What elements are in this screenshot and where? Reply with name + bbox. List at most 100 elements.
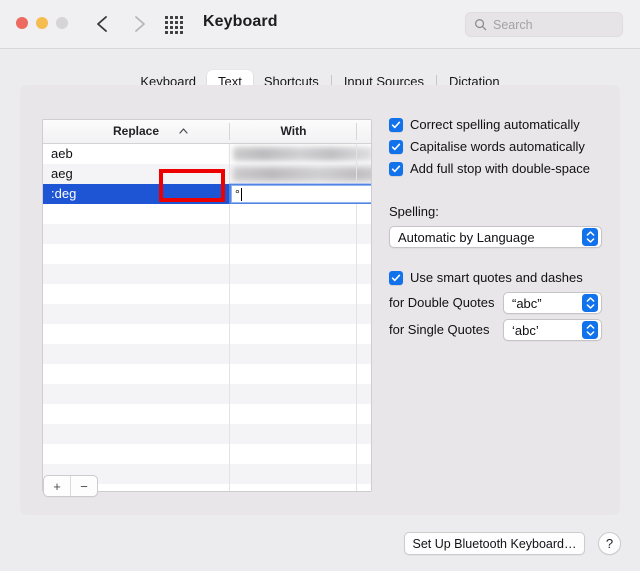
chevron-up-icon (586, 231, 595, 236)
column-divider (356, 484, 357, 492)
single-quotes-popup-button[interactable]: ‘abc’ (503, 319, 602, 341)
setup-bluetooth-keyboard-button[interactable]: Set Up Bluetooth Keyboard… (404, 532, 585, 555)
column-divider (229, 304, 230, 324)
option-capitalise-words[interactable]: Capitalise words automatically (389, 139, 609, 154)
column-divider (356, 144, 357, 164)
checkbox-smart-quotes[interactable] (389, 271, 403, 285)
text-caret (241, 188, 243, 201)
popup-chevron-updown-icon[interactable] (582, 228, 598, 246)
table-row-empty[interactable] (43, 424, 371, 444)
column-divider (356, 344, 357, 364)
table-row-empty[interactable] (43, 264, 371, 284)
popup-chevron-updown-icon[interactable] (582, 294, 598, 312)
double-quotes-popup-button[interactable]: “abc” (503, 292, 602, 314)
help-button[interactable]: ? (598, 532, 621, 555)
option-label: Use smart quotes and dashes (410, 270, 583, 285)
text-replacement-table[interactable]: Replace With aeb aeg :deg (42, 119, 372, 492)
column-divider (229, 224, 230, 244)
table-row-empty[interactable] (43, 304, 371, 324)
checkbox-correct-spelling[interactable] (389, 118, 403, 132)
column-header-replace[interactable]: Replace (43, 120, 229, 143)
popup-chevron-updown-icon[interactable] (582, 321, 598, 339)
column-divider (229, 324, 230, 344)
option-full-stop-double-space[interactable]: Add full stop with double-space (389, 161, 609, 176)
grid-dot (175, 26, 178, 29)
grid-dot (175, 21, 178, 24)
checkmark-icon (391, 142, 401, 152)
column-divider (356, 204, 357, 224)
single-quotes-value: ‘abc’ (504, 323, 539, 338)
table-row-empty[interactable] (43, 204, 371, 224)
column-divider (229, 424, 230, 444)
traffic-lights (16, 17, 68, 29)
grid-dot (175, 16, 178, 19)
table-row-empty[interactable] (43, 384, 371, 404)
search-input[interactable]: Search (493, 18, 533, 32)
table-row[interactable]: aeg (43, 164, 371, 184)
table-row-empty[interactable] (43, 444, 371, 464)
cell-replace: :deg (51, 184, 76, 204)
column-divider (229, 164, 230, 184)
column-divider (229, 264, 230, 284)
table-row-empty[interactable] (43, 404, 371, 424)
column-divider (356, 464, 357, 484)
option-label: Add full stop with double-space (410, 161, 590, 176)
table-row-empty[interactable] (43, 324, 371, 344)
cell-replace: aeb (51, 144, 73, 164)
option-smart-quotes[interactable]: Use smart quotes and dashes (389, 270, 583, 285)
spelling-value: Automatic by Language (390, 230, 535, 245)
remove-entry-button[interactable]: − (70, 476, 97, 496)
checkbox-full-stop-double-space[interactable] (389, 162, 403, 176)
column-divider (229, 284, 230, 304)
single-quotes-label: for Single Quotes (389, 322, 489, 337)
table-row-empty[interactable] (43, 344, 371, 364)
table-add-remove-control[interactable]: + − (43, 475, 98, 497)
column-divider (229, 404, 230, 424)
table-header: Replace With (43, 120, 371, 144)
column-divider (356, 244, 357, 264)
grid-dot (165, 31, 168, 34)
sort-ascending-chevron-up-icon (179, 128, 188, 134)
checkmark-icon (391, 164, 401, 174)
column-divider (229, 244, 230, 264)
option-correct-spelling[interactable]: Correct spelling automatically (389, 117, 609, 132)
search-field[interactable]: Search (465, 12, 623, 37)
double-quotes-value: “abc” (504, 296, 542, 311)
show-all-grid-icon[interactable] (165, 16, 187, 34)
header-divider[interactable] (356, 123, 357, 140)
option-label: Correct spelling automatically (410, 117, 580, 132)
spelling-popup-button[interactable]: Automatic by Language (389, 226, 602, 248)
table-row-empty[interactable] (43, 244, 371, 264)
column-divider (356, 264, 357, 284)
column-divider (229, 144, 230, 164)
column-divider (356, 364, 357, 384)
back-chevron-left-icon[interactable] (92, 12, 114, 36)
grid-dot (170, 16, 173, 19)
table-row-empty[interactable] (43, 364, 371, 384)
column-divider (356, 284, 357, 304)
column-divider (229, 464, 230, 484)
table-row[interactable]: aeb (43, 144, 371, 164)
table-row-selected[interactable]: :deg ° (43, 184, 371, 204)
column-divider (356, 304, 357, 324)
column-header-with[interactable]: With (230, 120, 357, 143)
minimise-button[interactable] (36, 17, 48, 29)
add-entry-button[interactable]: + (44, 476, 70, 496)
cell-with-redacted (233, 147, 372, 161)
table-row-empty[interactable] (43, 284, 371, 304)
grid-dot (180, 26, 183, 29)
with-edit-value: ° (235, 186, 240, 202)
checkbox-capitalise-words[interactable] (389, 140, 403, 154)
with-edit-input[interactable]: ° (231, 185, 372, 203)
column-divider (229, 204, 230, 224)
table-row-empty[interactable] (43, 224, 371, 244)
grid-dot (170, 26, 173, 29)
zoom-button (56, 17, 68, 29)
close-button[interactable] (16, 17, 28, 29)
column-divider (356, 404, 357, 424)
grid-dot (165, 26, 168, 29)
column-divider (229, 364, 230, 384)
double-quotes-label: for Double Quotes (389, 295, 495, 310)
column-divider (356, 424, 357, 444)
column-divider (356, 444, 357, 464)
